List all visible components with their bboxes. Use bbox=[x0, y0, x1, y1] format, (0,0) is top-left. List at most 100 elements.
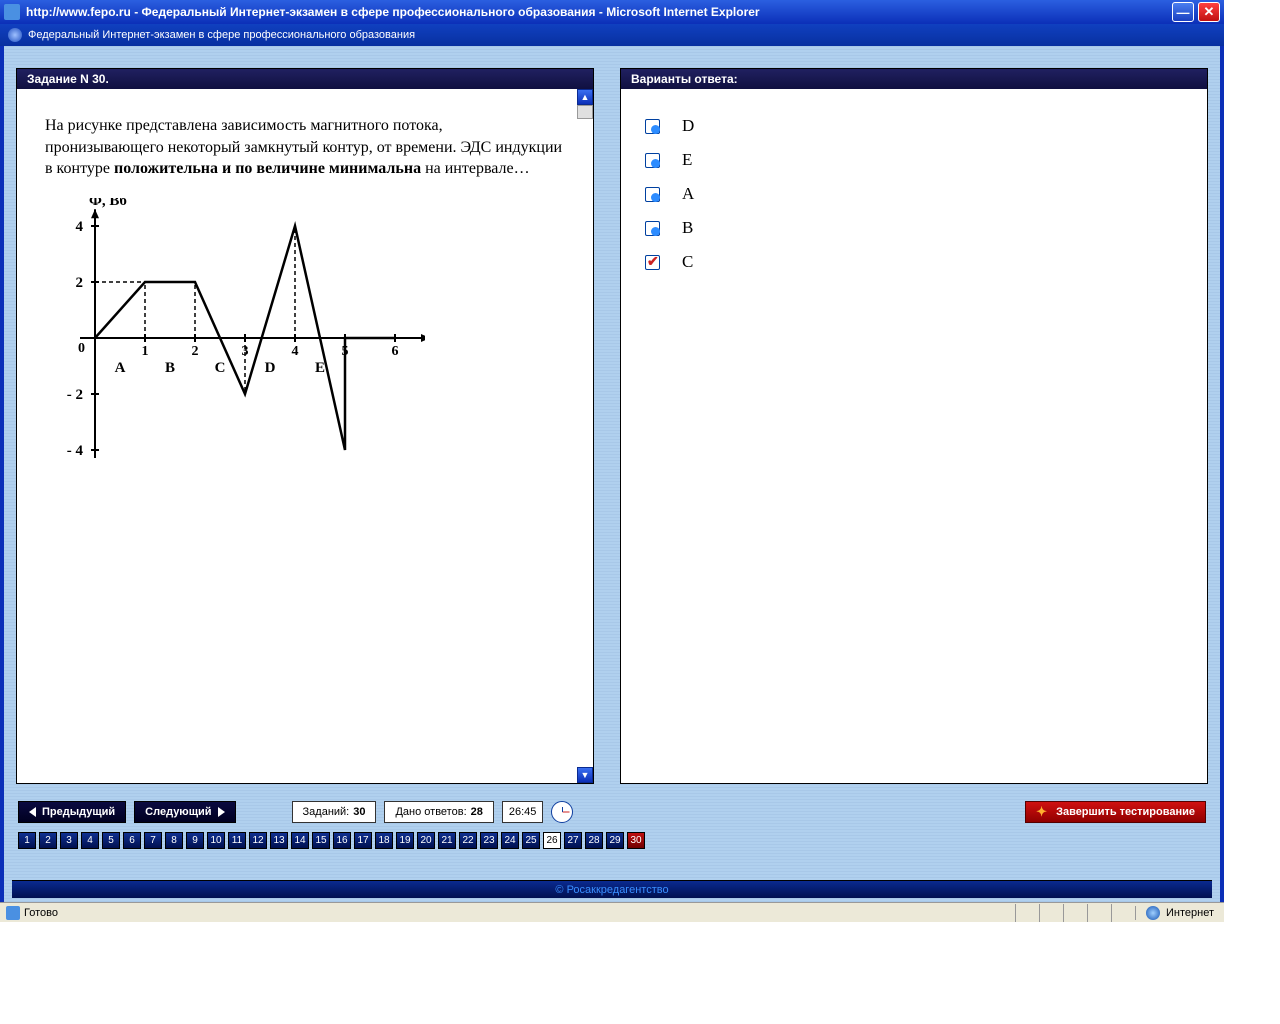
question-num-5[interactable]: 5 bbox=[102, 832, 120, 849]
svg-text:6: 6 bbox=[392, 344, 399, 359]
question-num-15[interactable]: 15 bbox=[312, 832, 330, 849]
question-text-bold: положительна и по величине минимальна bbox=[114, 160, 421, 177]
question-num-28[interactable]: 28 bbox=[585, 832, 603, 849]
question-num-19[interactable]: 19 bbox=[396, 832, 414, 849]
chart-svg: - 4- 224123456ABCDEФ, Вбt, с0 bbox=[45, 198, 425, 458]
time-infobox: 26:45 bbox=[502, 801, 544, 823]
svg-text:2: 2 bbox=[76, 275, 84, 291]
question-numbers-bar: 1234567891011121314151617181920212223242… bbox=[12, 828, 1212, 853]
close-button[interactable]: ✕ bbox=[1198, 2, 1220, 22]
question-num-14[interactable]: 14 bbox=[291, 832, 309, 849]
svg-text:- 4: - 4 bbox=[67, 443, 84, 458]
question-num-10[interactable]: 10 bbox=[207, 832, 225, 849]
browser-statusbar: Готово Интернет bbox=[0, 902, 1224, 922]
triangle-right-icon bbox=[218, 807, 225, 817]
checkbox-B[interactable] bbox=[645, 221, 660, 236]
question-header: Задание N 30. bbox=[17, 69, 593, 89]
answer-label: A bbox=[682, 184, 694, 204]
answer-label: B bbox=[682, 218, 693, 238]
triangle-left-icon bbox=[29, 807, 36, 817]
answer-row-B[interactable]: B bbox=[645, 211, 1183, 245]
checkbox-C[interactable] bbox=[645, 255, 660, 270]
svg-text:0: 0 bbox=[78, 341, 85, 356]
question-num-17[interactable]: 17 bbox=[354, 832, 372, 849]
answer-row-C[interactable]: C bbox=[645, 245, 1183, 279]
question-num-2[interactable]: 2 bbox=[39, 832, 57, 849]
svg-text:4: 4 bbox=[76, 219, 84, 235]
answer-label: E bbox=[682, 150, 692, 170]
svg-text:C: C bbox=[215, 360, 226, 376]
question-num-27[interactable]: 27 bbox=[564, 832, 582, 849]
question-num-30[interactable]: 30 bbox=[627, 832, 645, 849]
question-num-3[interactable]: 3 bbox=[60, 832, 78, 849]
svg-text:A: A bbox=[115, 360, 126, 376]
answer-row-D[interactable]: D bbox=[645, 109, 1183, 143]
question-num-23[interactable]: 23 bbox=[480, 832, 498, 849]
question-num-8[interactable]: 8 bbox=[165, 832, 183, 849]
finish-test-button[interactable]: ✦Завершить тестирование bbox=[1025, 801, 1206, 823]
svg-text:E: E bbox=[315, 360, 325, 376]
window-title: http://www.fepo.ru - Федеральный Интерне… bbox=[26, 5, 1172, 19]
runner-icon: ✦ bbox=[1036, 805, 1050, 819]
question-num-21[interactable]: 21 bbox=[438, 832, 456, 849]
ie-icon bbox=[4, 4, 20, 20]
answer-row-A[interactable]: A bbox=[645, 177, 1183, 211]
svg-text:1: 1 bbox=[142, 344, 149, 359]
browser-tabbar: Федеральный Интернет-экзамен в сфере про… bbox=[0, 24, 1224, 46]
prev-button[interactable]: Предыдущий bbox=[18, 801, 126, 823]
question-num-20[interactable]: 20 bbox=[417, 832, 435, 849]
svg-text:4: 4 bbox=[292, 344, 299, 359]
scroll-track[interactable] bbox=[577, 105, 593, 119]
svg-text:2: 2 bbox=[192, 344, 199, 359]
tab-title: Федеральный Интернет-экзамен в сфере про… bbox=[28, 29, 415, 41]
question-num-7[interactable]: 7 bbox=[144, 832, 162, 849]
app-body: Задание N 30. ▲ ▼ На рисунке представлен… bbox=[0, 46, 1224, 902]
question-num-18[interactable]: 18 bbox=[375, 832, 393, 849]
answers-panel: Варианты ответа: DEABC bbox=[620, 68, 1208, 784]
question-num-11[interactable]: 11 bbox=[228, 832, 246, 849]
next-button[interactable]: Следующий bbox=[134, 801, 235, 823]
minimize-button[interactable]: — bbox=[1172, 2, 1194, 22]
question-text-post: на интервале… bbox=[421, 160, 530, 177]
internet-zone-icon bbox=[1146, 906, 1160, 920]
svg-text:D: D bbox=[265, 360, 276, 376]
question-num-24[interactable]: 24 bbox=[501, 832, 519, 849]
question-num-12[interactable]: 12 bbox=[249, 832, 267, 849]
question-body: ▲ ▼ На рисунке представлена зависимость … bbox=[17, 89, 593, 783]
svg-text:B: B bbox=[165, 360, 175, 376]
answers-header: Варианты ответа: bbox=[621, 69, 1207, 89]
question-num-4[interactable]: 4 bbox=[81, 832, 99, 849]
checkbox-A[interactable] bbox=[645, 187, 660, 202]
status-text: Готово bbox=[24, 907, 58, 919]
checkbox-E[interactable] bbox=[645, 153, 660, 168]
checkbox-D[interactable] bbox=[645, 119, 660, 134]
tasks-infobox: Заданий: 30 bbox=[292, 801, 377, 823]
question-num-6[interactable]: 6 bbox=[123, 832, 141, 849]
question-num-25[interactable]: 25 bbox=[522, 832, 540, 849]
question-num-26[interactable]: 26 bbox=[543, 832, 561, 849]
question-num-29[interactable]: 29 bbox=[606, 832, 624, 849]
magnetic-flux-chart: - 4- 224123456ABCDEФ, Вбt, с0 bbox=[45, 198, 425, 458]
window-titlebar: http://www.fepo.ru - Федеральный Интерне… bbox=[0, 0, 1224, 24]
answers-body: DEABC bbox=[621, 89, 1207, 783]
scroll-up-button[interactable]: ▲ bbox=[577, 89, 593, 105]
question-num-1[interactable]: 1 bbox=[18, 832, 36, 849]
question-num-13[interactable]: 13 bbox=[270, 832, 288, 849]
question-content: На рисунке представлена зависимость магн… bbox=[17, 89, 593, 468]
answered-infobox: Дано ответов:28 bbox=[384, 801, 493, 823]
svg-text:Ф, Вб: Ф, Вб bbox=[89, 198, 127, 209]
answer-label: C bbox=[682, 252, 693, 272]
footer-copyright: © Росаккредагентство bbox=[12, 880, 1212, 898]
scroll-down-button[interactable]: ▼ bbox=[577, 767, 593, 783]
control-bar: Предыдущий Следующий Заданий: 30 Дано от… bbox=[12, 798, 1212, 826]
globe-icon bbox=[8, 28, 22, 42]
question-num-22[interactable]: 22 bbox=[459, 832, 477, 849]
question-panel: Задание N 30. ▲ ▼ На рисунке представлен… bbox=[16, 68, 594, 784]
ie-status-icon bbox=[6, 906, 20, 920]
svg-text:- 2: - 2 bbox=[67, 387, 83, 403]
zone-text: Интернет bbox=[1166, 907, 1214, 919]
question-num-9[interactable]: 9 bbox=[186, 832, 204, 849]
answer-row-E[interactable]: E bbox=[645, 143, 1183, 177]
question-num-16[interactable]: 16 bbox=[333, 832, 351, 849]
clock-icon bbox=[551, 801, 573, 823]
